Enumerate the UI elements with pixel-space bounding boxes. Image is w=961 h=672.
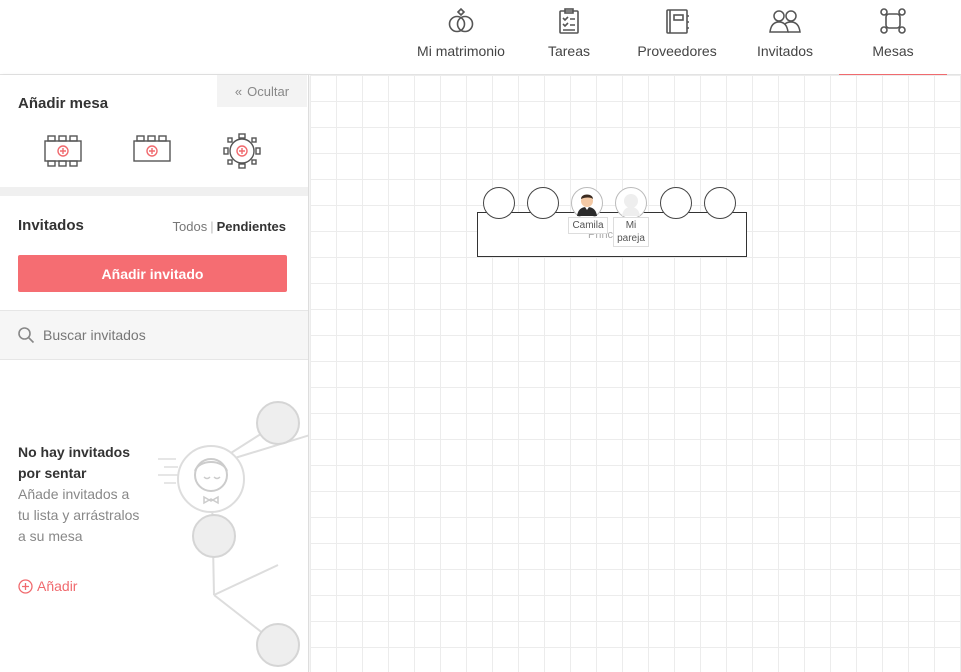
add-link-label: Añadir [37, 578, 78, 594]
guests-icon [769, 10, 801, 33]
top-navigation: Mi matrimonio Tareas Proveedores Invitad… [0, 0, 961, 76]
hide-label: Ocultar [247, 83, 290, 99]
nav-item-mi-matrimonio[interactable]: Mi matrimonio [417, 0, 505, 75]
seat[interactable] [527, 187, 559, 219]
search-input[interactable] [43, 327, 283, 343]
rectangular-long-table-icon[interactable] [43, 133, 83, 169]
nav-label: Mi matrimonio [417, 43, 505, 59]
rings-icon [448, 7, 474, 33]
notebook-icon [666, 9, 689, 34]
hide-sidebar-button[interactable]: « Ocultar [217, 75, 307, 107]
guest-search [0, 310, 308, 360]
round-table-icon[interactable] [222, 133, 262, 169]
clipboard-icon [559, 8, 579, 34]
seat-label-mi-pareja: Mi pareja [613, 217, 649, 247]
guests-title: Invitados [18, 217, 84, 234]
nav-label: Proveedores [637, 43, 717, 59]
nav-item-tareas[interactable]: Tareas [548, 0, 590, 75]
add-guest-link[interactable]: Añadir [18, 578, 77, 594]
seating-sidebar: « Ocultar Añadir mesa Invitados Todos | Pe… [0, 75, 309, 672]
groom-avatar-icon [577, 194, 597, 216]
add-table-title: Añadir mesa [18, 95, 109, 112]
guest-filter: Todos | Pendientes [173, 219, 286, 234]
add-guest-button[interactable]: Añadir invitado [18, 255, 287, 292]
seating-canvas[interactable] [310, 75, 961, 672]
rectangular-table-icon[interactable] [132, 133, 172, 169]
nav-label: Mesas [872, 43, 914, 59]
nav-item-invitados[interactable]: Invitados [757, 0, 813, 75]
seat[interactable] [483, 187, 515, 219]
nav-label: Tareas [547, 43, 591, 59]
nav-item-proveedores[interactable]: Proveedores [637, 0, 717, 75]
nav-item-mesas[interactable]: Mesas [839, 0, 947, 76]
filter-pending[interactable]: Pendientes [217, 219, 286, 234]
search-icon [18, 327, 35, 344]
partner-avatar-icon [622, 194, 640, 216]
section-divider [0, 187, 308, 196]
plus-circle-icon [18, 578, 33, 594]
seat[interactable] [704, 187, 736, 219]
empty-guests-illustration [158, 401, 308, 667]
filter-all[interactable]: Todos [173, 219, 208, 234]
empty-state-title: No hay invitados por sentar [18, 444, 131, 481]
table-icon [880, 8, 906, 34]
seat-occupied[interactable] [615, 187, 647, 219]
seat-label-camila: Camila [568, 217, 608, 234]
seat[interactable] [660, 187, 692, 219]
double-chevron-left-icon: « [234, 83, 243, 99]
nav-label: Invitados [756, 43, 814, 59]
filter-separator: | [210, 219, 214, 234]
seat-occupied[interactable] [571, 187, 603, 219]
empty-state-text: Añade invitados a tu lista y arrástralos… [18, 486, 140, 544]
